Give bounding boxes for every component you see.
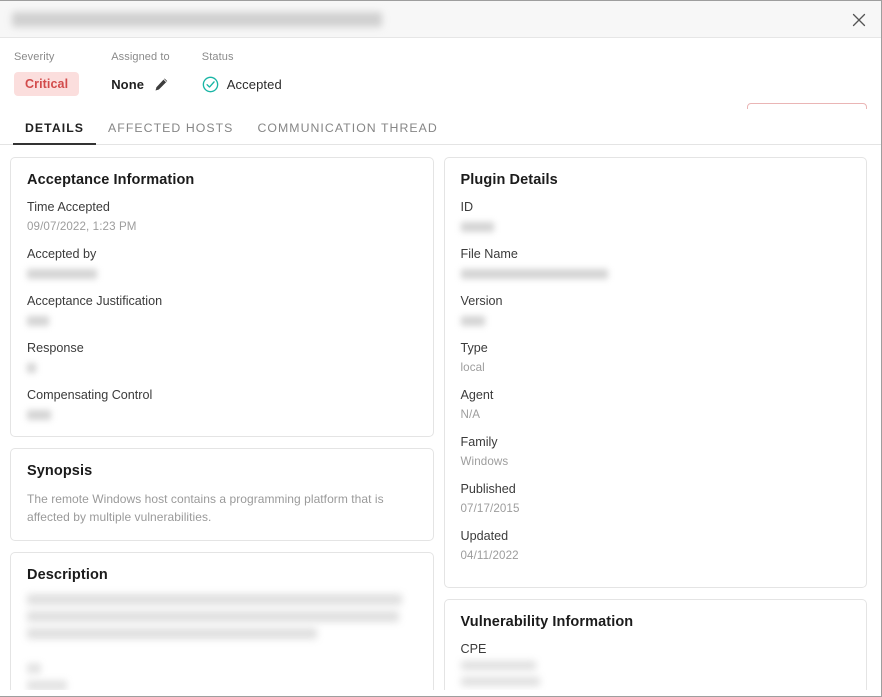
field-value-redacted	[27, 360, 417, 375]
status-group: Status Accepted	[202, 50, 282, 96]
status-value: Accepted	[226, 76, 282, 92]
field-value: 09/07/2022, 1:23 PM	[27, 220, 137, 233]
field-label: Time Accepted	[27, 200, 110, 214]
check-circle-icon	[202, 76, 219, 92]
assigned-to-label: Assigned to	[111, 51, 170, 63]
field-label: Agent	[460, 388, 494, 402]
field-published: Published 07/17/2015	[461, 481, 851, 516]
field-type: Type local	[461, 340, 851, 375]
synopsis-title: Synopsis	[27, 463, 93, 479]
close-icon[interactable]	[845, 6, 873, 34]
tab-affected-hosts[interactable]: AFFECTED HOSTS	[96, 121, 245, 144]
field-value-redacted	[27, 266, 417, 281]
field-value: Windows	[460, 455, 509, 468]
tab-bar: DETAILS AFFECTED HOSTS COMMUNICATION THR…	[0, 109, 881, 145]
field-label: Type	[460, 341, 488, 355]
acceptance-information-card: Acceptance Information Time Accepted 09/…	[10, 157, 434, 437]
field-label: Version	[460, 294, 503, 308]
field-value-redacted	[460, 219, 851, 234]
field-label: Published	[460, 482, 516, 496]
description-card: Description	[10, 552, 434, 690]
field-value-redacted	[460, 661, 851, 686]
synopsis-card: Synopsis The remote Windows host contain…	[10, 448, 434, 541]
field-label: Family	[460, 435, 498, 449]
field-label: Accepted by	[27, 247, 97, 261]
field-file-name: File Name	[460, 246, 851, 281]
field-value-redacted	[460, 313, 851, 328]
details-content: Acceptance Information Time Accepted 09/…	[0, 145, 881, 690]
field-plugin-id: ID	[460, 199, 851, 234]
field-value: local	[460, 361, 485, 374]
status-label: Status	[201, 51, 234, 63]
vulnerability-information-card: Vulnerability Information CPE Exploit Ea…	[443, 599, 867, 690]
severity-badge: Critical	[14, 72, 80, 96]
plugin-details-title: Plugin Details	[460, 172, 558, 188]
field-cpe: CPE	[460, 641, 851, 686]
assigned-to-group: Assigned to None	[111, 50, 170, 96]
synopsis-text: The remote Windows host contains a progr…	[27, 492, 384, 524]
field-time-accepted: Time Accepted 09/07/2022, 1:23 PM	[27, 199, 417, 234]
field-acceptance-justification: Acceptance Justification	[27, 293, 417, 328]
plugin-details-card: Plugin Details ID File Name Version Type…	[443, 157, 867, 588]
field-family: Family Windows	[461, 434, 851, 469]
field-compensating-control: Compensating Control	[27, 387, 417, 422]
field-accepted-by: Accepted by	[27, 246, 417, 281]
field-value: N/A	[460, 408, 481, 421]
field-value: 04/11/2022	[460, 549, 519, 562]
field-agent: Agent N/A	[461, 387, 851, 422]
assigned-to-value: None	[111, 76, 145, 92]
field-label: Response	[27, 341, 84, 355]
dialog-titlebar	[0, 1, 881, 38]
field-response: Response	[27, 340, 417, 375]
severity-label: Severity	[14, 51, 55, 63]
right-column: Plugin Details ID File Name Version Type…	[443, 157, 867, 690]
tab-communication-thread[interactable]: COMMUNICATION THREAD	[245, 121, 449, 144]
pencil-icon[interactable]	[153, 76, 169, 92]
field-value: 07/17/2015	[460, 502, 520, 515]
severity-group: Severity Critical	[14, 50, 80, 96]
dialog-title-redacted	[12, 11, 382, 27]
field-version: Version	[460, 293, 851, 328]
field-value-redacted	[27, 407, 417, 422]
field-label: Updated	[460, 529, 509, 543]
description-title: Description	[27, 567, 108, 583]
acceptance-information-title: Acceptance Information	[27, 172, 195, 188]
field-value-redacted	[460, 266, 851, 281]
tab-details[interactable]: DETAILS	[13, 121, 97, 145]
field-label: Compensating Control	[27, 388, 153, 402]
field-label: ID	[460, 200, 474, 214]
vulnerability-information-title: Vulnerability Information	[460, 614, 634, 630]
field-updated: Updated 04/11/2022	[461, 528, 851, 563]
field-label: CPE	[460, 642, 487, 656]
left-column: Acceptance Information Time Accepted 09/…	[10, 157, 434, 690]
field-value-redacted	[27, 313, 417, 328]
description-text-redacted	[27, 594, 417, 690]
metadata-bar: Severity Critical Assigned to None Statu…	[0, 38, 881, 131]
vulnerability-detail-dialog: Severity Critical Assigned to None Statu…	[0, 0, 882, 697]
field-label: Acceptance Justification	[27, 294, 163, 308]
field-label: File Name	[460, 247, 518, 261]
